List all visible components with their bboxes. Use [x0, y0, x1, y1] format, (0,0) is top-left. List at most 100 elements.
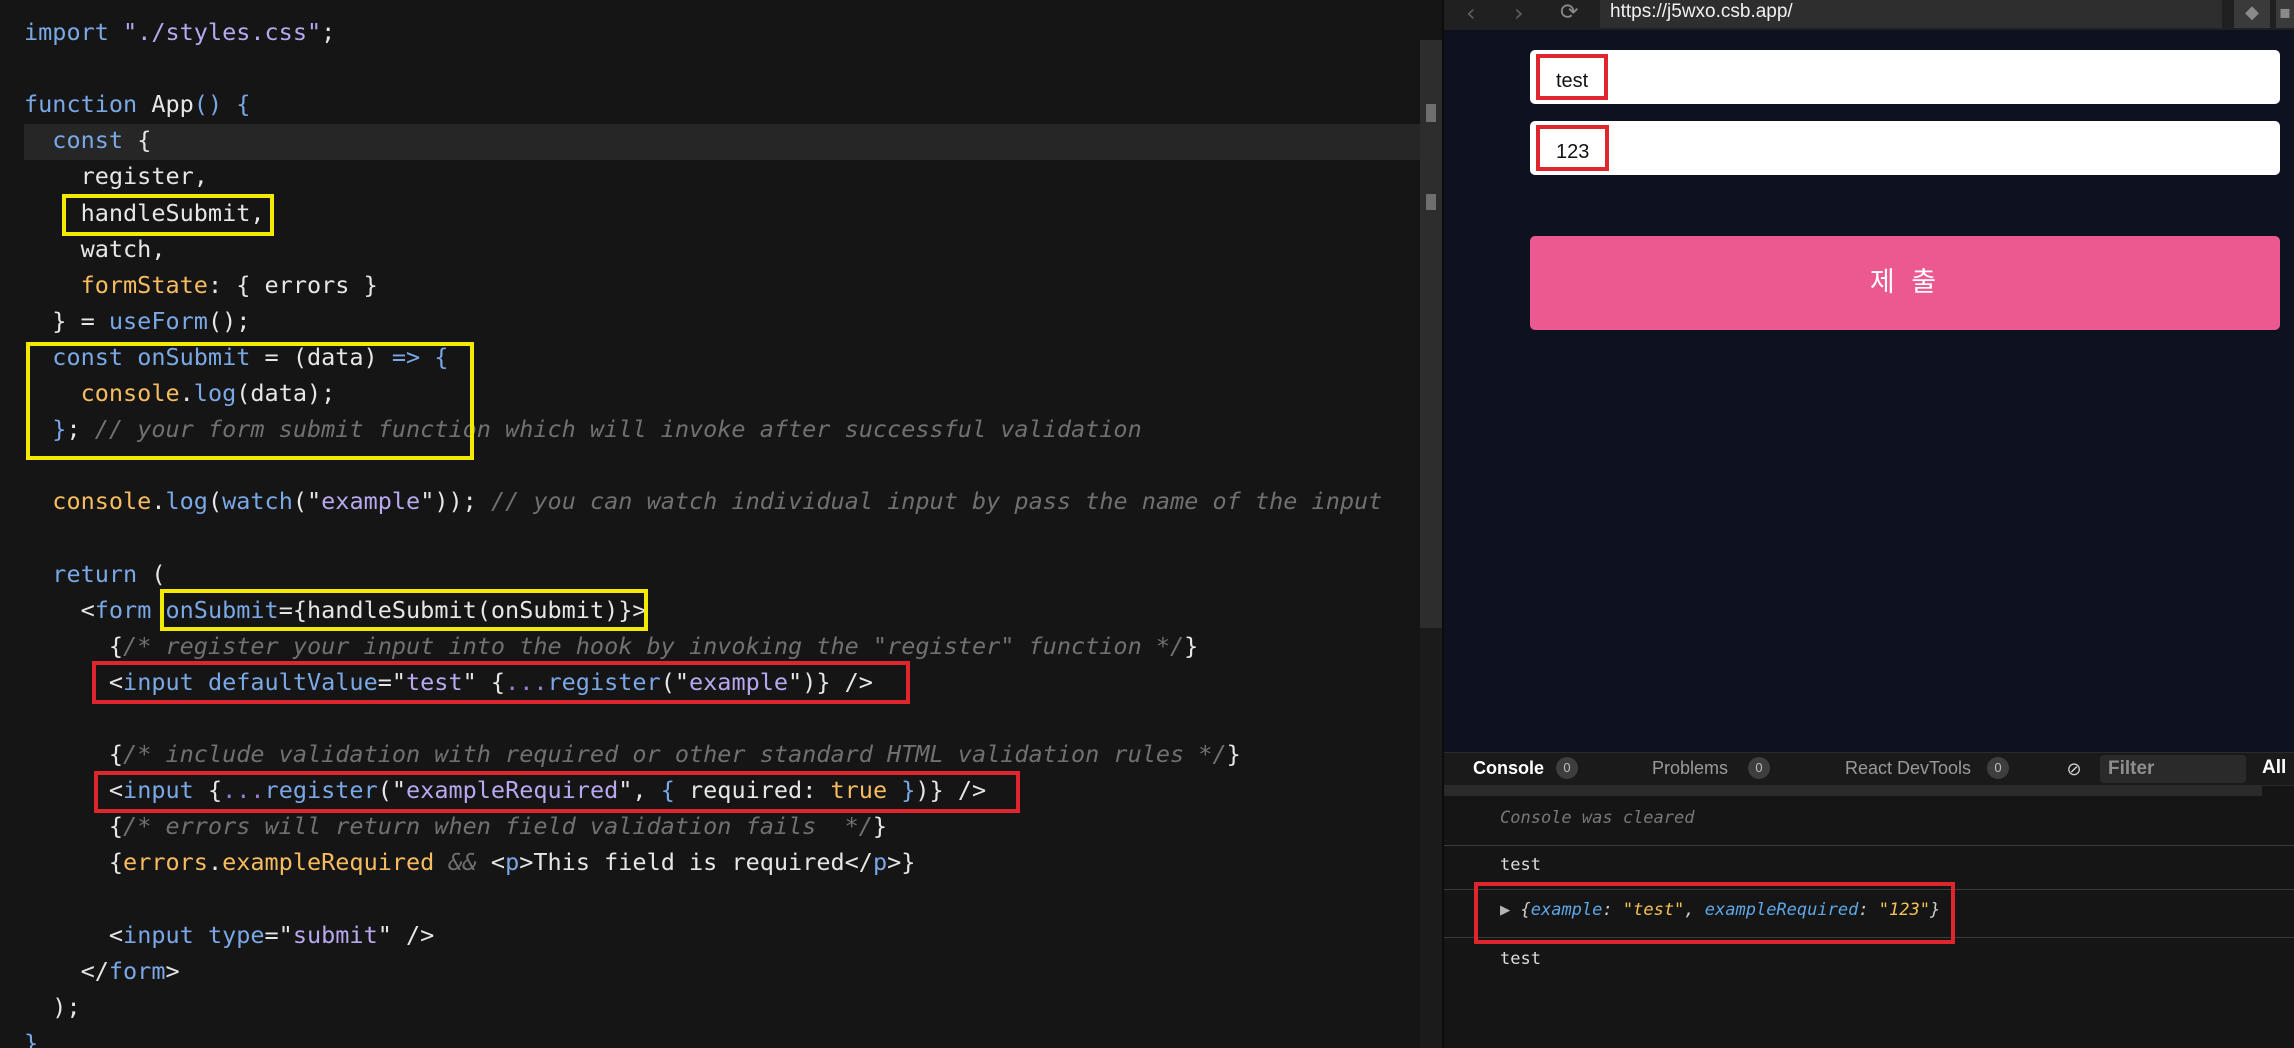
highlight-console-object [1474, 882, 1955, 944]
code-line: {/* errors will return when field valida… [24, 808, 887, 844]
highlight-handle-submit [62, 194, 274, 236]
code-token: submit [292, 920, 378, 949]
back-button[interactable]: ‹ [1466, 0, 1476, 30]
code-line: {/* register your input into the hook by… [24, 628, 1198, 664]
example-required-input-value: 123 [1536, 125, 1610, 171]
code-token: p [505, 848, 520, 877]
example-input-value: test [1536, 54, 1609, 100]
code-token: > [165, 956, 180, 985]
code-token: < [24, 595, 95, 624]
code-token: p [872, 848, 888, 877]
window-icon: ▪ [2278, 2, 2292, 23]
code-token: ( [207, 487, 223, 516]
tab-problems[interactable]: Problems [1652, 752, 1728, 784]
filter-input[interactable]: Filter [2100, 755, 2246, 783]
code-token: >This field is required</ [519, 848, 873, 877]
code-line: register, [24, 158, 208, 194]
log-level-select[interactable]: All [2262, 752, 2286, 784]
log-separator [1444, 795, 2294, 846]
code-token: { [24, 740, 124, 768]
address-bar[interactable]: https://j5wxo.csb.app/ [1600, 0, 2222, 28]
open-window-button[interactable]: ▪ [2276, 0, 2294, 28]
code-token: { [137, 126, 152, 155]
forward-button[interactable]: › [1514, 0, 1524, 30]
code-line: {/* include validation with required or … [24, 736, 1241, 772]
code-token: useForm [108, 306, 208, 335]
code-token: watch, [24, 234, 166, 263]
code-token: watch [222, 487, 293, 516]
problems-count-badge: 0 [1748, 757, 1770, 779]
code-token: " /> [377, 920, 435, 949]
code-token: : { errors } [207, 270, 378, 299]
code-token: "./styles.css" [123, 18, 322, 46]
code-token: import [24, 18, 124, 46]
editor-scroll-rail [1420, 628, 1442, 1048]
console-count-badge: 0 [1556, 757, 1578, 779]
code-token: } [1226, 740, 1241, 768]
code-token: ); [24, 992, 81, 1021]
codesandbox-button[interactable]: ◆ [2234, 0, 2270, 28]
code-line: function App() { [24, 86, 250, 122]
tab-console[interactable]: Console [1473, 752, 1544, 784]
code-token: && [448, 848, 491, 877]
code-token: formState [24, 270, 208, 299]
code-token: register, [24, 162, 208, 191]
code-editor[interactable]: import "./styles.css"; function App() { c… [0, 0, 1420, 1048]
highlight-on-submit-function [26, 342, 474, 460]
code-token: /* register your input into the hook by … [123, 631, 1185, 660]
code-line: {errors.exampleRequired && <p>This field… [24, 844, 916, 880]
current-line-highlight [24, 124, 1420, 160]
code-token: { [24, 812, 124, 841]
code-token: /* errors will return when field validat… [123, 812, 873, 841]
example-input[interactable]: test [1530, 50, 2280, 104]
editor-scrollbar[interactable] [1420, 40, 1442, 628]
code-token: =" [264, 920, 293, 949]
scroll-marker [1426, 194, 1436, 210]
code-token: . [207, 848, 223, 877]
log-entry: test [1500, 949, 1541, 969]
highlight-form-on-submit [160, 589, 648, 631]
code-token: exampleRequired [222, 848, 449, 877]
code-line: return ( [24, 556, 165, 592]
highlight-input-required [94, 771, 1020, 813]
code-token: log [165, 487, 208, 516]
code-token: ; [321, 18, 336, 46]
code-token: } = [24, 306, 109, 335]
code-token: // you can watch individual input by pas… [490, 487, 1383, 516]
screen: import "./styles.css"; function App() { c… [0, 0, 2294, 1048]
code-token: form [94, 595, 166, 624]
chevron-left-icon: ‹ [1466, 0, 1476, 27]
code-line: <input type="submit" /> [24, 917, 434, 953]
react-devtools-count-badge: 0 [1987, 757, 2009, 779]
code-line: import "./styles.css"; [24, 14, 335, 50]
code-line: console.log(watch("example")); // you ca… [24, 483, 1382, 519]
code-token: } [1184, 631, 1199, 660]
code-token: const [24, 126, 138, 155]
code-token: example [321, 487, 421, 516]
code-token: . [151, 487, 166, 516]
code-token: () { [193, 90, 251, 119]
code-line: formState: { errors } [24, 267, 378, 303]
code-token: form [108, 956, 166, 985]
code-token: } [24, 1028, 39, 1048]
code-token: console [24, 487, 152, 516]
codesandbox-icon: ◆ [2245, 2, 2259, 23]
tab-react-devtools[interactable]: React DevTools [1845, 752, 1971, 784]
refresh-button[interactable]: ⟳ [1560, 0, 1578, 30]
code-token: input [123, 920, 208, 949]
code-token: App [151, 90, 194, 119]
code-token: ")); [420, 487, 491, 516]
code-token: function [24, 90, 152, 119]
chevron-right-icon: › [1514, 0, 1524, 27]
code-token: < [24, 920, 124, 949]
clear-console-icon[interactable]: ⊘ [2064, 760, 2084, 780]
code-token: errors [123, 848, 208, 877]
code-token: { [24, 631, 124, 660]
code-token: (); [207, 306, 251, 335]
code-token: < [490, 848, 506, 877]
example-required-input[interactable]: 123 [1530, 121, 2280, 175]
code-token: >} [887, 848, 916, 877]
submit-button[interactable]: 제 출 [1530, 236, 2280, 330]
code-line: } [24, 1025, 38, 1048]
scroll-marker [1426, 104, 1436, 122]
